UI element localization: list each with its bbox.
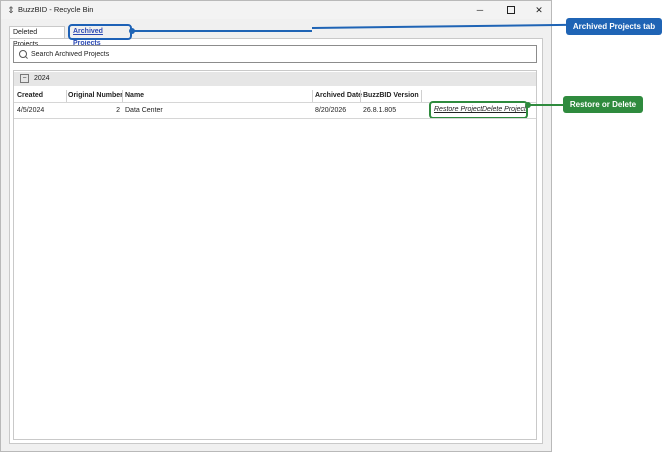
projects-grid <box>13 70 537 440</box>
search-box[interactable] <box>13 45 537 63</box>
archived-tab-highlight <box>68 24 132 40</box>
column-divider <box>421 90 422 102</box>
cell-name: Data Center <box>125 107 163 114</box>
cell-original-number: 2 <box>116 107 120 114</box>
maximize-button[interactable] <box>498 1 524 19</box>
column-divider <box>360 90 361 102</box>
callout-connector-green <box>528 104 563 106</box>
column-header-original-number[interactable]: Original Number <box>68 90 123 102</box>
row-divider <box>14 118 536 119</box>
callout-archived-tab: Archived Projects tab <box>566 18 662 35</box>
window-title: BuzzBID - Recycle Bin <box>18 5 94 14</box>
search-icon <box>19 50 27 58</box>
close-button[interactable]: ✕ <box>526 1 552 19</box>
column-header-version[interactable]: BuzzBID Version <box>363 90 419 102</box>
callout-dot-blue <box>129 28 135 34</box>
actions-highlight <box>429 101 528 119</box>
column-divider <box>66 90 67 102</box>
minimize-button[interactable]: ─ <box>467 1 493 19</box>
callout-connector-blue <box>132 30 312 32</box>
callout-restore-delete: Restore or Delete <box>563 96 643 113</box>
title-bar[interactable]: ⇕ BuzzBID - Recycle Bin ─ ✕ <box>1 1 551 19</box>
column-header-created[interactable]: Created <box>17 90 43 102</box>
tab-deleted-projects[interactable]: Deleted Projects <box>9 26 65 48</box>
column-header-name[interactable]: Name <box>125 90 144 102</box>
cell-archived-date: 8/20/2026 <box>315 107 347 114</box>
group-label: 2024 <box>34 75 50 82</box>
cell-created: 4/5/2024 <box>17 107 45 114</box>
group-row-2024[interactable]: − 2024 <box>14 72 536 86</box>
cell-version: 26.8.1.805 <box>363 107 397 114</box>
collapse-icon[interactable]: − <box>20 74 29 83</box>
app-icon: ⇕ <box>7 5 15 15</box>
column-divider <box>312 90 313 102</box>
callout-dot-green <box>525 102 531 108</box>
search-input[interactable] <box>31 48 511 60</box>
maximize-icon <box>507 5 515 14</box>
column-header-archived-date[interactable]: Archived Date <box>315 90 362 102</box>
column-divider <box>122 90 123 102</box>
